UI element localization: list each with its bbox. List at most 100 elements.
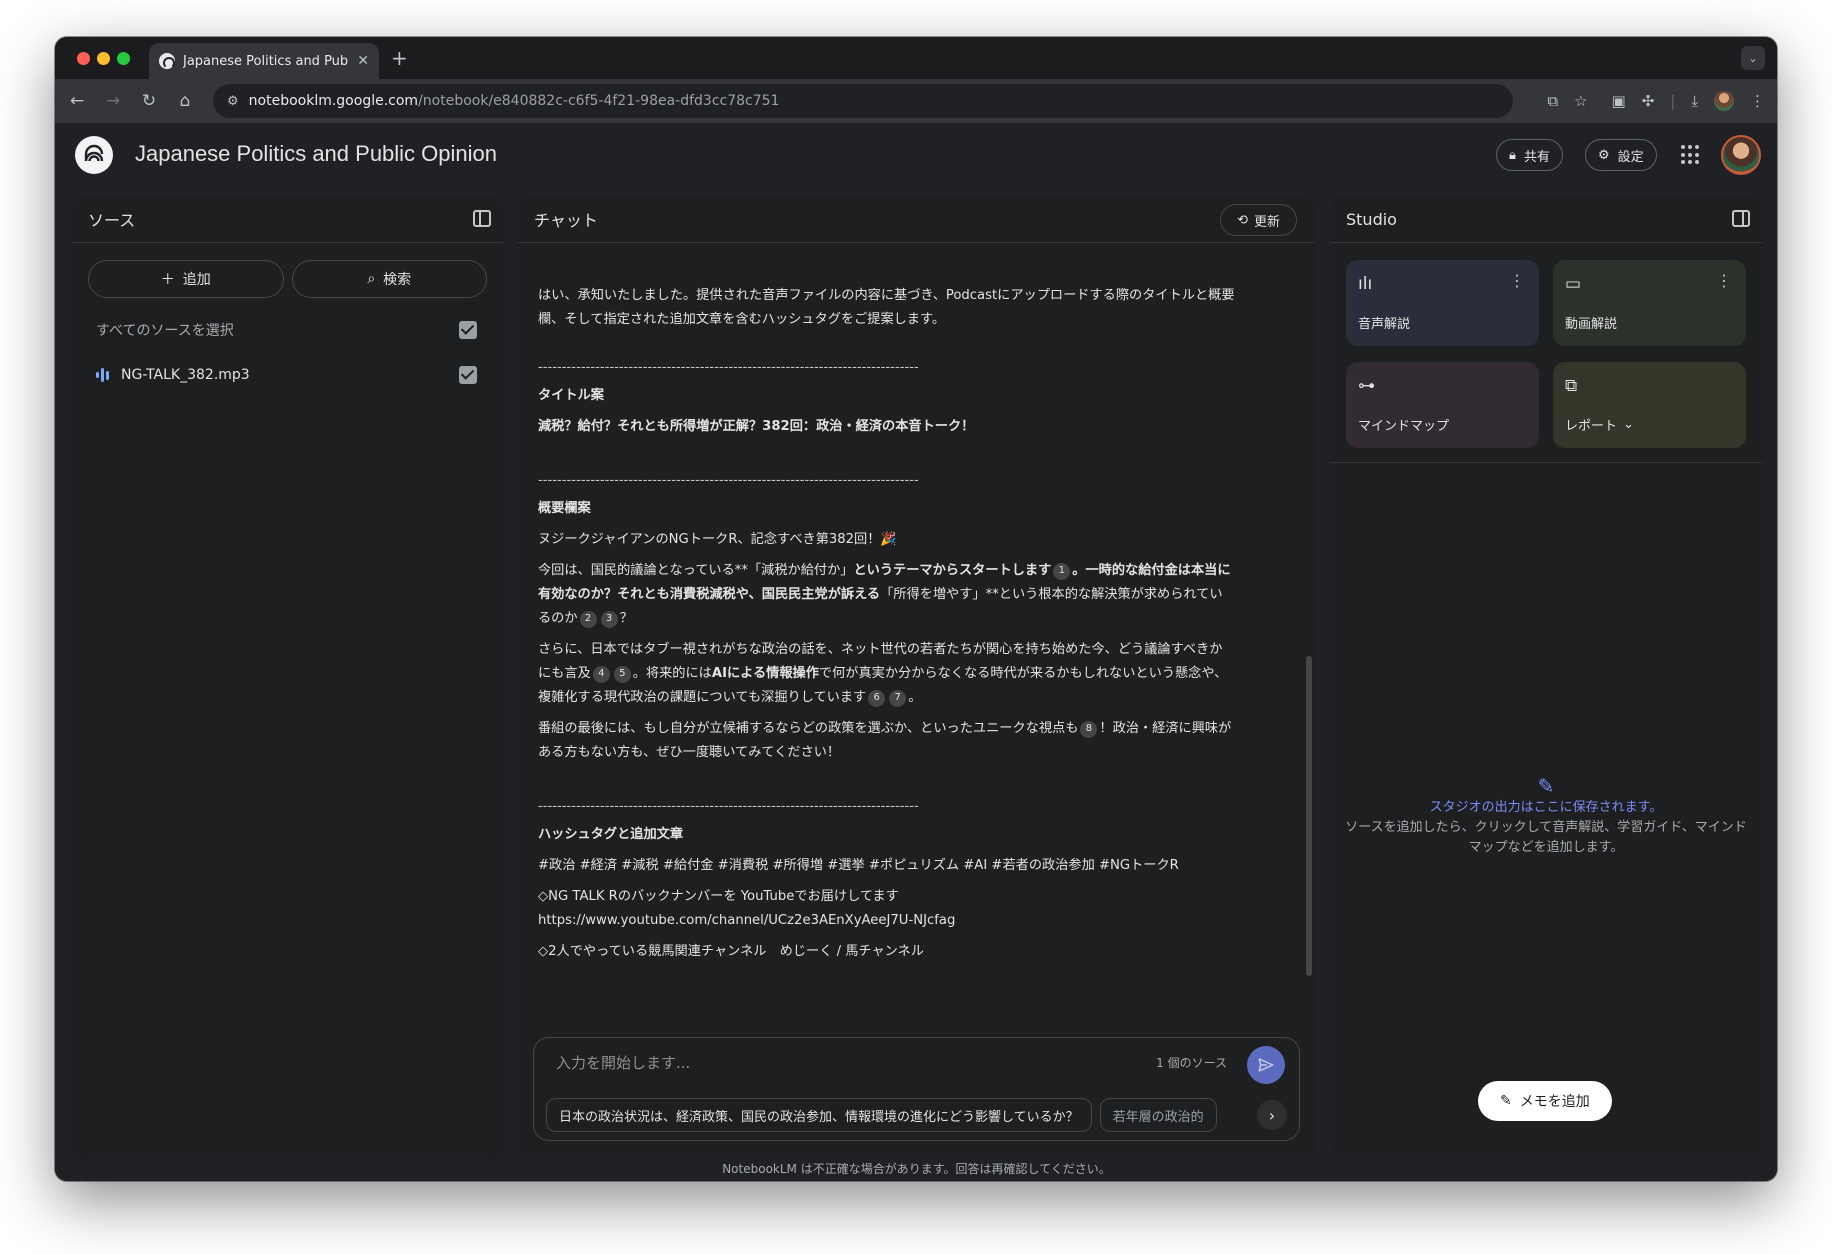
tile-label: 動画解説 <box>1565 317 1618 332</box>
collapse-studio-icon[interactable] <box>1732 210 1750 227</box>
browser-tab[interactable]: Japanese Politics and Public O ✕ <box>149 43 379 79</box>
suggestion-chip[interactable]: 日本の政治状況は、経済政策、国民の政治参加、情報環境の進化にどう影響しているか？ <box>546 1098 1092 1132</box>
maximize-window-button[interactable] <box>117 52 130 65</box>
chevron-right-icon[interactable]: › <box>1257 1100 1287 1130</box>
notebooklm-logo-icon[interactable] <box>75 136 113 174</box>
browser-menu-icon[interactable]: ⋮ <box>1750 92 1765 110</box>
share-button[interactable]: 🔒︎ 共有 <box>1496 139 1563 171</box>
notebook-title[interactable]: Japanese Politics and Public Opinion <box>135 141 497 167</box>
bookmark-star-icon[interactable]: ☆ <box>1574 92 1587 110</box>
audio-file-icon <box>96 367 109 383</box>
download-icon[interactable]: ⤓ <box>1691 92 1698 110</box>
select-all-checkbox[interactable] <box>459 321 477 339</box>
citation-badge[interactable]: 4 <box>592 665 610 683</box>
tab-search-chevron-icon[interactable]: ⌄ <box>1741 46 1765 70</box>
add-source-label: 追加 <box>182 272 211 288</box>
chat-header: チャット ⟲ 更新 <box>518 196 1315 243</box>
separator-line: ----------------------------------------… <box>538 473 919 488</box>
sources-panel: ソース ＋ 追加 ⌕ 検索 すべてのソースを選択 NG-TALK_382.mp3 <box>72 196 503 1159</box>
chat-scrollbar[interactable] <box>1306 656 1312 976</box>
citation-badge[interactable]: 8 <box>1080 720 1098 738</box>
back-icon[interactable]: ← <box>59 91 95 111</box>
add-source-button[interactable]: ＋ 追加 <box>88 260 284 298</box>
citation-badge[interactable]: 3 <box>600 610 618 628</box>
suggestion-chips: 日本の政治状況は、経済政策、国民の政治参加、情報環境の進化にどう影響しているか？… <box>546 1098 1287 1132</box>
plus-icon: ＋ <box>160 272 175 288</box>
chat-input-area: 入力を開始します... 1 個のソース 日本の政治状況は、経済政策、国民の政治参… <box>533 1037 1300 1141</box>
summary-paragraph-4: 番組の最後には、もし自分が立候補するならどの政策を選ぶか、といったユニークな視点… <box>538 720 1232 760</box>
toolbar-actions: ⧉ ☆ ▣ ✣ | ⤓ ⋮ <box>1547 79 1765 123</box>
citation-badge[interactable]: 5 <box>613 665 631 683</box>
close-tab-icon[interactable]: ✕ <box>357 53 369 69</box>
chevron-down-icon[interactable]: ⌄ <box>1623 417 1634 432</box>
summary-heading: 概要欄案 <box>538 501 591 516</box>
settings-label: 設定 <box>1617 149 1644 165</box>
send-button[interactable] <box>1247 1046 1285 1084</box>
tab-strip: Japanese Politics and Public O ✕ + ⌄ <box>55 37 1777 79</box>
hashtag-heading: ハッシュタグと追加文章 <box>538 827 684 842</box>
toolbar-divider: | <box>1670 92 1676 110</box>
discover-sources-button[interactable]: ⌕ 検索 <box>291 260 487 298</box>
source-item[interactable]: NG-TALK_382.mp3 <box>96 366 477 384</box>
google-apps-icon[interactable] <box>1681 145 1701 165</box>
source-checkbox[interactable] <box>459 366 477 384</box>
pencil-icon: ✎ <box>1500 1093 1512 1109</box>
refresh-button[interactable]: ⟲ 更新 <box>1220 204 1297 236</box>
reload-icon[interactable]: ↻ <box>131 91 167 111</box>
suggestion-chip[interactable]: 若年層の政治的 <box>1099 1098 1217 1132</box>
refresh-label: 更新 <box>1253 214 1280 230</box>
separator-line: ----------------------------------------… <box>538 799 919 814</box>
settings-button[interactable]: ⚙ 設定 <box>1585 139 1657 171</box>
refresh-icon: ⟲ <box>1237 212 1248 228</box>
studio-empty-description: ソースを追加したら、クリックして音声解説、学習ガイド、マインドマップなどを追加し… <box>1345 820 1747 855</box>
more-options-icon[interactable]: ⋮ <box>1509 273 1525 289</box>
more-options-icon[interactable]: ⋮ <box>1716 273 1732 289</box>
extension-icon[interactable]: ▣ <box>1612 92 1626 110</box>
notebooklm-favicon-icon <box>159 53 175 69</box>
video-overview-tile[interactable]: ▭ ⋮ 動画解説 <box>1553 260 1746 346</box>
share-label: 共有 <box>1523 149 1550 165</box>
citation-badge[interactable]: 1 <box>1053 562 1071 580</box>
extensions-puzzle-icon[interactable]: ✣ <box>1642 92 1655 110</box>
mind-map-tile[interactable]: ⊶ マインドマップ <box>1346 362 1539 448</box>
chat-messages[interactable]: はい、承知いたしました。提供された音声ファイルの内容に基づき、Podcastにア… <box>518 244 1315 1041</box>
title-heading: タイトル案 <box>538 388 604 403</box>
address-bar[interactable]: ⚙ notebooklm.google.com/notebook/e840882… <box>213 84 1513 118</box>
discover-sources-label: 検索 <box>383 272 412 288</box>
tile-label: レポート <box>1565 419 1618 434</box>
audio-overview-tile[interactable]: ılı ⋮ 音声解説 <box>1346 260 1539 346</box>
source-count: 1 個のソース <box>1156 1056 1227 1070</box>
studio-empty-title: スタジオの出力はここに保存されます。 <box>1429 800 1663 815</box>
sources-header: ソース <box>72 196 503 243</box>
tile-label: マインドマップ <box>1358 419 1450 434</box>
summary-line-1: ヌジークジャイアンのNGトークR、記念すべき第382回！🎉 <box>538 532 897 547</box>
browser-profile-avatar[interactable] <box>1714 91 1734 111</box>
add-note-button[interactable]: ✎ メモを追加 <box>1478 1081 1612 1121</box>
citation-badge[interactable]: 2 <box>579 610 597 628</box>
citation-badge[interactable]: 7 <box>889 689 907 707</box>
audio-overview-icon: ılı <box>1358 274 1373 294</box>
source-name: NG-TALK_382.mp3 <box>121 367 250 383</box>
url-host: notebooklm.google.com <box>248 93 419 109</box>
tab-title: Japanese Politics and Public O <box>183 53 349 69</box>
home-icon[interactable]: ⌂ <box>167 91 203 111</box>
account-avatar[interactable] <box>1721 135 1761 175</box>
studio-divider <box>1330 462 1762 463</box>
citation-badge[interactable]: 6 <box>868 689 886 707</box>
chat-input[interactable]: 入力を開始します... <box>556 1052 690 1073</box>
new-tab-button[interactable]: + <box>391 46 408 70</box>
report-tile[interactable]: ⧉ レポート ⌄ <box>1553 362 1746 448</box>
backnumber-text: ◇NG TALK Rのバックナンバーを YouTubeでお届けしてます <box>538 889 899 904</box>
separator-line: ----------------------------------------… <box>538 360 919 375</box>
forward-icon[interactable]: → <box>95 91 131 111</box>
studio-header: Studio <box>1330 196 1762 243</box>
close-window-button[interactable] <box>77 52 90 65</box>
summary-paragraph-2: 今回は、国民的議論となっている**「減税か給付か」というテーマからスタートします… <box>538 562 1231 628</box>
collapse-sources-icon[interactable] <box>473 210 491 227</box>
search-sparkle-icon: ⌕ <box>367 271 376 287</box>
site-info-icon[interactable]: ⚙ <box>227 94 239 109</box>
install-app-icon[interactable]: ⧉ <box>1547 92 1558 110</box>
youtube-link[interactable]: https://www.youtube.com/channel/UCz2e3AE… <box>538 909 1235 933</box>
summary-paragraph-3: さらに、日本ではタブー視されがちな政治の話を、ネット世代の若者たちが関心を持ち始… <box>538 642 1228 707</box>
minimize-window-button[interactable] <box>97 52 110 65</box>
